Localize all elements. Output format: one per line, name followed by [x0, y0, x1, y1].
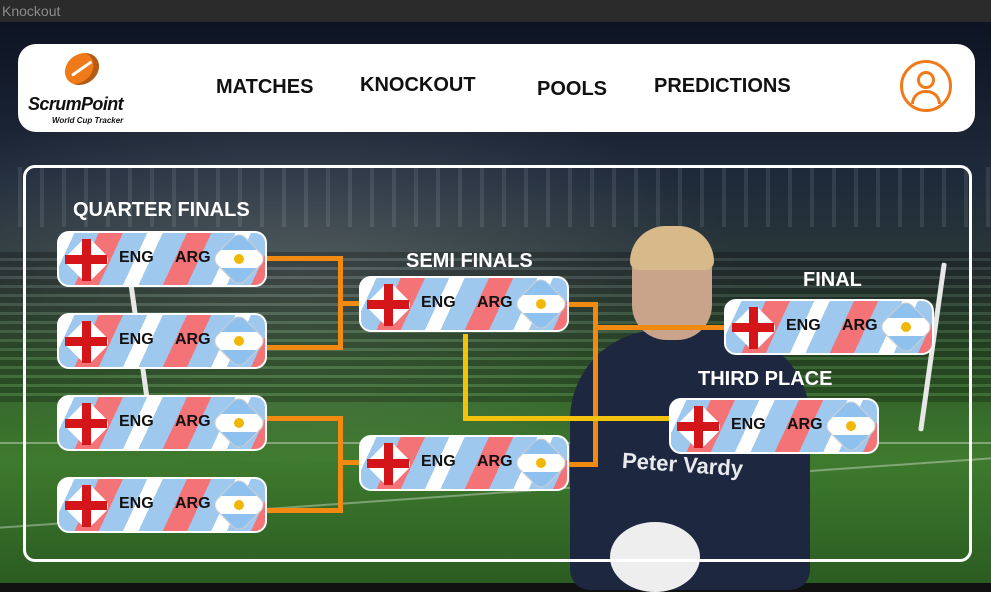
argentina-flag-icon — [512, 278, 567, 330]
argentina-flag-icon — [512, 437, 567, 489]
away-team: ARG — [842, 317, 878, 334]
user-circle-icon[interactable] — [900, 60, 952, 112]
stage-semi-finals: SEMI FINALS — [406, 250, 533, 272]
match-card-qf2[interactable]: ENG ARG — [57, 313, 267, 369]
bracket-connector — [266, 256, 342, 261]
home-team: ENG — [119, 413, 154, 430]
england-flag-icon — [363, 280, 414, 330]
match-card-qf4[interactable]: ENG ARG — [57, 477, 267, 533]
bracket-connector — [593, 325, 726, 330]
away-team: ARG — [787, 416, 823, 433]
away-team: ARG — [477, 453, 513, 470]
logo-tagline: World Cup Tracker — [52, 116, 124, 125]
away-team: ARG — [175, 413, 211, 430]
home-team: ENG — [421, 453, 456, 470]
argentina-flag-icon — [210, 315, 265, 367]
match-card-final[interactable]: ENG ARG — [724, 299, 934, 355]
home-team: ENG — [119, 331, 154, 348]
england-flag-icon — [61, 481, 112, 531]
third-place-connector — [463, 334, 468, 420]
england-flag-icon — [61, 317, 112, 367]
nav-predictions[interactable]: PREDICTIONS — [654, 75, 791, 98]
argentina-flag-icon — [877, 301, 932, 353]
match-card-third-place[interactable]: ENG ARG — [669, 398, 879, 454]
home-team: ENG — [731, 416, 766, 433]
rugby-ball-icon — [58, 46, 106, 92]
stage-quarter-finals: QUARTER FINALS — [73, 199, 250, 221]
argentina-flag-icon — [210, 397, 265, 449]
england-flag-icon — [363, 439, 414, 489]
bracket-connector — [266, 508, 342, 513]
match-card-sf1[interactable]: ENG ARG — [359, 276, 569, 332]
app-logo[interactable]: ScrumPoint World Cup Tracker — [26, 46, 141, 128]
england-flag-icon — [728, 303, 779, 353]
bracket-connector — [266, 416, 342, 421]
home-team: ENG — [119, 249, 154, 266]
top-nav-bar: ScrumPoint World Cup Tracker MATCHES KNO… — [18, 44, 975, 132]
window-title: Knockout — [0, 0, 991, 22]
stage-final: FINAL — [803, 269, 862, 291]
away-team: ARG — [175, 249, 211, 266]
away-team: ARG — [175, 331, 211, 348]
england-flag-icon — [61, 235, 112, 285]
argentina-flag-icon — [210, 479, 265, 531]
england-flag-icon — [61, 399, 112, 449]
match-card-qf3[interactable]: ENG ARG — [57, 395, 267, 451]
away-team: ARG — [175, 495, 211, 512]
home-team: ENG — [421, 294, 456, 311]
match-card-qf1[interactable]: ENG ARG — [57, 231, 267, 287]
home-team: ENG — [119, 495, 154, 512]
away-team: ARG — [477, 294, 513, 311]
nav-pools[interactable]: POOLS — [537, 78, 607, 101]
match-card-sf2[interactable]: ENG ARG — [359, 435, 569, 491]
stage-third-place: THIRD PLACE — [698, 368, 833, 390]
home-team: ENG — [786, 317, 821, 334]
logo-name: ScrumPoint — [28, 94, 124, 114]
england-flag-icon — [673, 402, 724, 452]
argentina-flag-icon — [210, 233, 265, 285]
third-place-connector — [463, 416, 673, 421]
argentina-flag-icon — [822, 400, 877, 452]
nav-knockout[interactable]: KNOCKOUT — [360, 74, 476, 97]
bracket-connector — [266, 345, 342, 350]
nav-matches[interactable]: MATCHES — [216, 76, 313, 99]
